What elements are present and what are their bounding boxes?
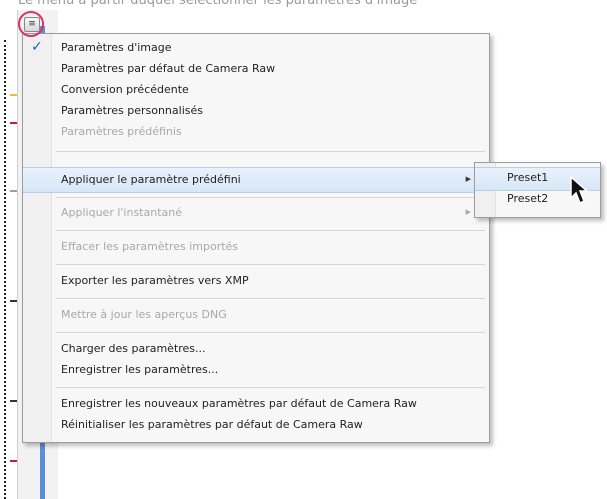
settings-menu: ✓ Paramètres d'image Paramètres par défa…: [22, 33, 490, 443]
menu-separator: [56, 298, 485, 299]
menu-item-update-dng: Mettre à jour les aperçus DNG: [61, 308, 227, 321]
menu-item-custom-settings[interactable]: Paramètres personnalisés: [61, 103, 203, 119]
caption-text: Le menu à partir duquel sélectionner les…: [18, 0, 418, 8]
menu-separator: [56, 264, 485, 265]
menu-item-export-xmp[interactable]: Exporter les paramètres vers XMP: [61, 273, 249, 289]
menu-item-clear-imported: Effacer les paramètres importés: [61, 240, 239, 253]
menu-separator: [56, 230, 485, 231]
menu-item-preset-settings: Paramètres prédéfinis: [61, 125, 182, 138]
menu-item-previous-conversion[interactable]: Conversion précédente: [61, 82, 189, 98]
checkmark-icon: ✓: [31, 39, 43, 55]
mouse-pointer-icon: [570, 176, 589, 205]
menu-item-save-new-defaults[interactable]: Enregistrer les nouveaux paramètres par …: [61, 396, 417, 412]
menu-separator: [56, 387, 485, 388]
submenu-item-label: Preset1: [507, 171, 549, 184]
submenu-item-label: Preset2: [507, 192, 549, 205]
menu-separator: [56, 332, 485, 333]
menu-item-label: Appliquer le paramètre prédéfini: [61, 173, 241, 186]
menu-item-image-settings[interactable]: Paramètres d'image: [61, 40, 171, 56]
highlight-circle: [18, 11, 44, 37]
menu-item-camera-raw-defaults[interactable]: Paramètres par défaut de Camera Raw: [61, 61, 275, 77]
menu-item-apply-snapshot: Appliquer l'instantané: [61, 206, 182, 219]
menu-item-load-settings[interactable]: Charger des paramètres...: [61, 341, 206, 357]
submenu-arrow-icon: ▶: [465, 175, 471, 183]
menu-separator: [56, 197, 485, 198]
submenu-arrow-icon: ▶: [465, 208, 471, 216]
menu-item-apply-preset[interactable]: Appliquer le paramètre prédéfini ▶: [23, 167, 489, 193]
menu-item-reset-defaults[interactable]: Réinitialiser les paramètres par défaut …: [61, 417, 363, 433]
menu-separator: [56, 151, 485, 152]
menu-gutter: [23, 34, 52, 442]
menu-item-save-settings[interactable]: Enregistrer les paramètres...: [61, 362, 218, 378]
